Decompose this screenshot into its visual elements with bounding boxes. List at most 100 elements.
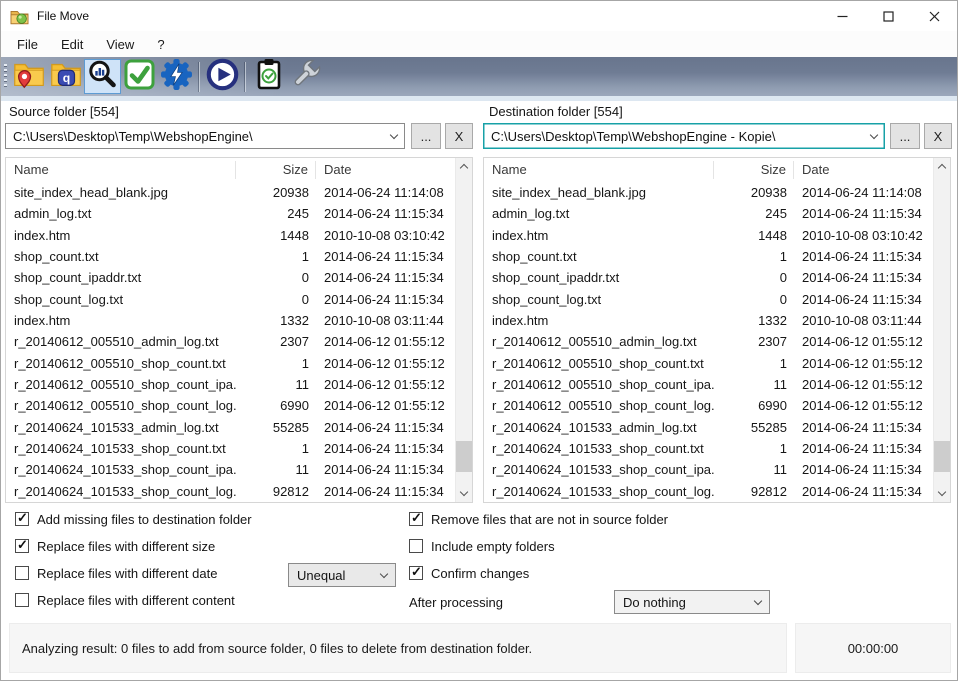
file-size: 92812	[272, 483, 309, 499]
scrollbar-thumb[interactable]	[934, 441, 950, 472]
scroll-up-icon[interactable]	[934, 158, 950, 175]
menu-item-edit[interactable]: Edit	[51, 33, 93, 56]
column-header-name[interactable]: Name	[484, 161, 714, 179]
run-button[interactable]	[204, 58, 241, 94]
checkbox-option[interactable]: Remove files that are not in source fold…	[409, 510, 668, 527]
after-processing-select[interactable]: Do nothing	[614, 590, 770, 614]
file-size: 1332	[758, 313, 787, 329]
table-row[interactable]: shop_count_log.txt 0 2014-06-24 11:15:34	[6, 289, 455, 310]
checkbox-unchecked-icon[interactable]	[15, 593, 29, 607]
menu-item-view[interactable]: View	[96, 33, 144, 56]
table-row[interactable]: shop_count.txt 1 2014-06-24 11:15:34	[6, 246, 455, 267]
checkbox-option[interactable]: Confirm changes	[409, 564, 668, 581]
table-row[interactable]: admin_log.txt 245 2014-06-24 11:15:34	[6, 203, 455, 224]
checkbox-checked-icon[interactable]	[409, 510, 423, 526]
destination-vertical-scrollbar[interactable]	[933, 158, 950, 502]
scroll-up-icon[interactable]	[456, 158, 472, 175]
checkbox-checked-icon[interactable]	[15, 510, 29, 526]
table-row[interactable]: index.htm 1448 2010-10-08 03:10:42	[484, 225, 933, 246]
date-compare-select[interactable]: Unequal	[288, 563, 396, 587]
table-row[interactable]: shop_count_ipaddr.txt 0 2014-06-24 11:15:3…	[6, 267, 455, 288]
table-row[interactable]: admin_log.txt 245 2014-06-24 11:15:34	[484, 203, 933, 224]
checkbox-label: Replace files with different size	[37, 538, 216, 554]
table-row[interactable]: r_20140624_101533_shop_count_log... 92812…	[6, 481, 455, 502]
checkbox-checked-icon[interactable]	[409, 564, 423, 580]
timer-panel: 00:00:00	[795, 623, 951, 673]
table-row[interactable]: r_20140612_005510_shop_count_log... 6990 2…	[6, 395, 455, 416]
column-header-date[interactable]: Date	[316, 161, 455, 179]
maximize-button[interactable]	[865, 1, 911, 31]
table-row[interactable]: r_20140612_005510_admin_log.txt 2307 2014-…	[484, 331, 933, 352]
table-row[interactable]: r_20140612_005510_shop_count_ipa... 11 201…	[6, 374, 455, 395]
after-processing-value: Do nothing	[623, 594, 686, 610]
checkbox-option[interactable]: Replace files with different size	[15, 537, 252, 554]
file-size: 0	[779, 291, 787, 307]
destination-browse-button[interactable]: ...	[890, 123, 920, 149]
source-folder-button[interactable]	[10, 59, 47, 94]
table-row[interactable]: shop_count.txt 1 2014-06-24 11:15:34	[484, 246, 933, 267]
menu-item-file[interactable]: File	[7, 33, 48, 56]
status-message: Analyzing result: 0 files to add from so…	[22, 640, 533, 656]
source-browse-button[interactable]: ...	[411, 123, 441, 149]
toolbar-grip[interactable]	[4, 64, 7, 89]
minimize-button[interactable]	[819, 1, 865, 31]
checkbox-option[interactable]: Replace files with different date	[15, 565, 252, 581]
table-row[interactable]: r_20140612_005510_shop_count_ipa... 11 201…	[484, 374, 933, 395]
source-path-combobox[interactable]	[5, 123, 405, 149]
table-row[interactable]: index.htm 1448 2010-10-08 03:10:42	[6, 225, 455, 246]
table-row[interactable]: r_20140624_101533_admin_log.txt 55285 2014…	[6, 417, 455, 438]
checkbox-option[interactable]: Add missing files to destination folder	[15, 510, 252, 527]
checkbox-checked-icon[interactable]	[15, 537, 29, 553]
destination-path-combobox[interactable]	[483, 123, 885, 149]
table-row[interactable]: index.htm 1332 2010-10-08 03:11:44	[6, 310, 455, 331]
destination-clear-button[interactable]: X	[924, 123, 952, 149]
table-row[interactable]: site_index_head_blank.jpg 20938 2014-06-24…	[484, 182, 933, 203]
process-button[interactable]	[158, 58, 195, 94]
table-row[interactable]: r_20140624_101533_admin_log.txt 55285 2014…	[484, 417, 933, 438]
table-row[interactable]: r_20140624_101533_shop_count.txt 1 2014-06…	[484, 438, 933, 459]
destination-path-input[interactable]	[484, 124, 864, 148]
file-size: 11	[773, 377, 788, 393]
checkbox-option[interactable]: Replace files with different content	[15, 592, 252, 608]
verify-button[interactable]	[121, 59, 158, 94]
destination-folder-button[interactable]: q	[47, 59, 84, 94]
column-header-size[interactable]: Size	[714, 161, 794, 179]
report-button[interactable]	[250, 59, 287, 94]
analyze-button[interactable]	[84, 59, 121, 94]
table-row[interactable]: r_20140624_101533_shop_count_log... 92812…	[484, 481, 933, 502]
file-size: 55285	[272, 419, 309, 435]
table-row[interactable]: r_20140612_005510_admin_log.txt 2307 2014-…	[6, 331, 455, 352]
menu-item-help[interactable]: ?	[147, 33, 174, 56]
close-button[interactable]	[911, 1, 957, 31]
source-path-input[interactable]	[6, 124, 384, 148]
settings-button[interactable]	[287, 59, 324, 94]
column-header-size[interactable]: Size	[236, 161, 316, 179]
table-row[interactable]: r_20140624_101533_shop_count.txt 1 2014-06…	[6, 438, 455, 459]
table-row[interactable]: r_20140612_005510_shop_count.txt 1 2014-06…	[484, 353, 933, 374]
file-size: 1	[301, 441, 309, 457]
source-vertical-scrollbar[interactable]	[455, 158, 472, 502]
scroll-down-icon[interactable]	[934, 485, 950, 502]
destination-file-list: Name Size Date site_index_head_blank.jpg…	[483, 157, 951, 503]
checkbox-unchecked-icon[interactable]	[409, 539, 423, 553]
source-combo-dropdown-button[interactable]	[384, 124, 404, 148]
table-row[interactable]: r_20140612_005510_shop_count.txt 1 2014-06…	[6, 353, 455, 374]
source-clear-button[interactable]: X	[445, 123, 473, 149]
checkbox-option[interactable]: Include empty folders	[409, 538, 668, 554]
table-row[interactable]: r_20140624_101533_shop_count_ipa... 11 201…	[6, 459, 455, 480]
file-size: 11	[295, 377, 310, 393]
table-row[interactable]: r_20140624_101533_shop_count_ipa... 11 201…	[484, 459, 933, 480]
table-row[interactable]: r_20140612_005510_shop_count_log... 6990 2…	[484, 395, 933, 416]
column-header-date[interactable]: Date	[794, 161, 933, 179]
table-row[interactable]: shop_count_ipaddr.txt 0 2014-06-24 11:15:3…	[484, 267, 933, 288]
column-header-name[interactable]: Name	[6, 161, 236, 179]
destination-combo-dropdown-button[interactable]	[864, 124, 884, 148]
table-row[interactable]: shop_count_log.txt 0 2014-06-24 11:15:34	[484, 289, 933, 310]
scrollbar-thumb[interactable]	[456, 441, 472, 472]
checkbox-unchecked-icon[interactable]	[15, 566, 29, 580]
table-row[interactable]: index.htm 1332 2010-10-08 03:11:44	[484, 310, 933, 331]
file-date: 2014-06-24 11:15:34	[324, 249, 444, 265]
scroll-down-icon[interactable]	[456, 485, 472, 502]
table-row[interactable]: site_index_head_blank.jpg 20938 2014-06-24…	[6, 182, 455, 203]
file-size: 1448	[758, 227, 787, 243]
